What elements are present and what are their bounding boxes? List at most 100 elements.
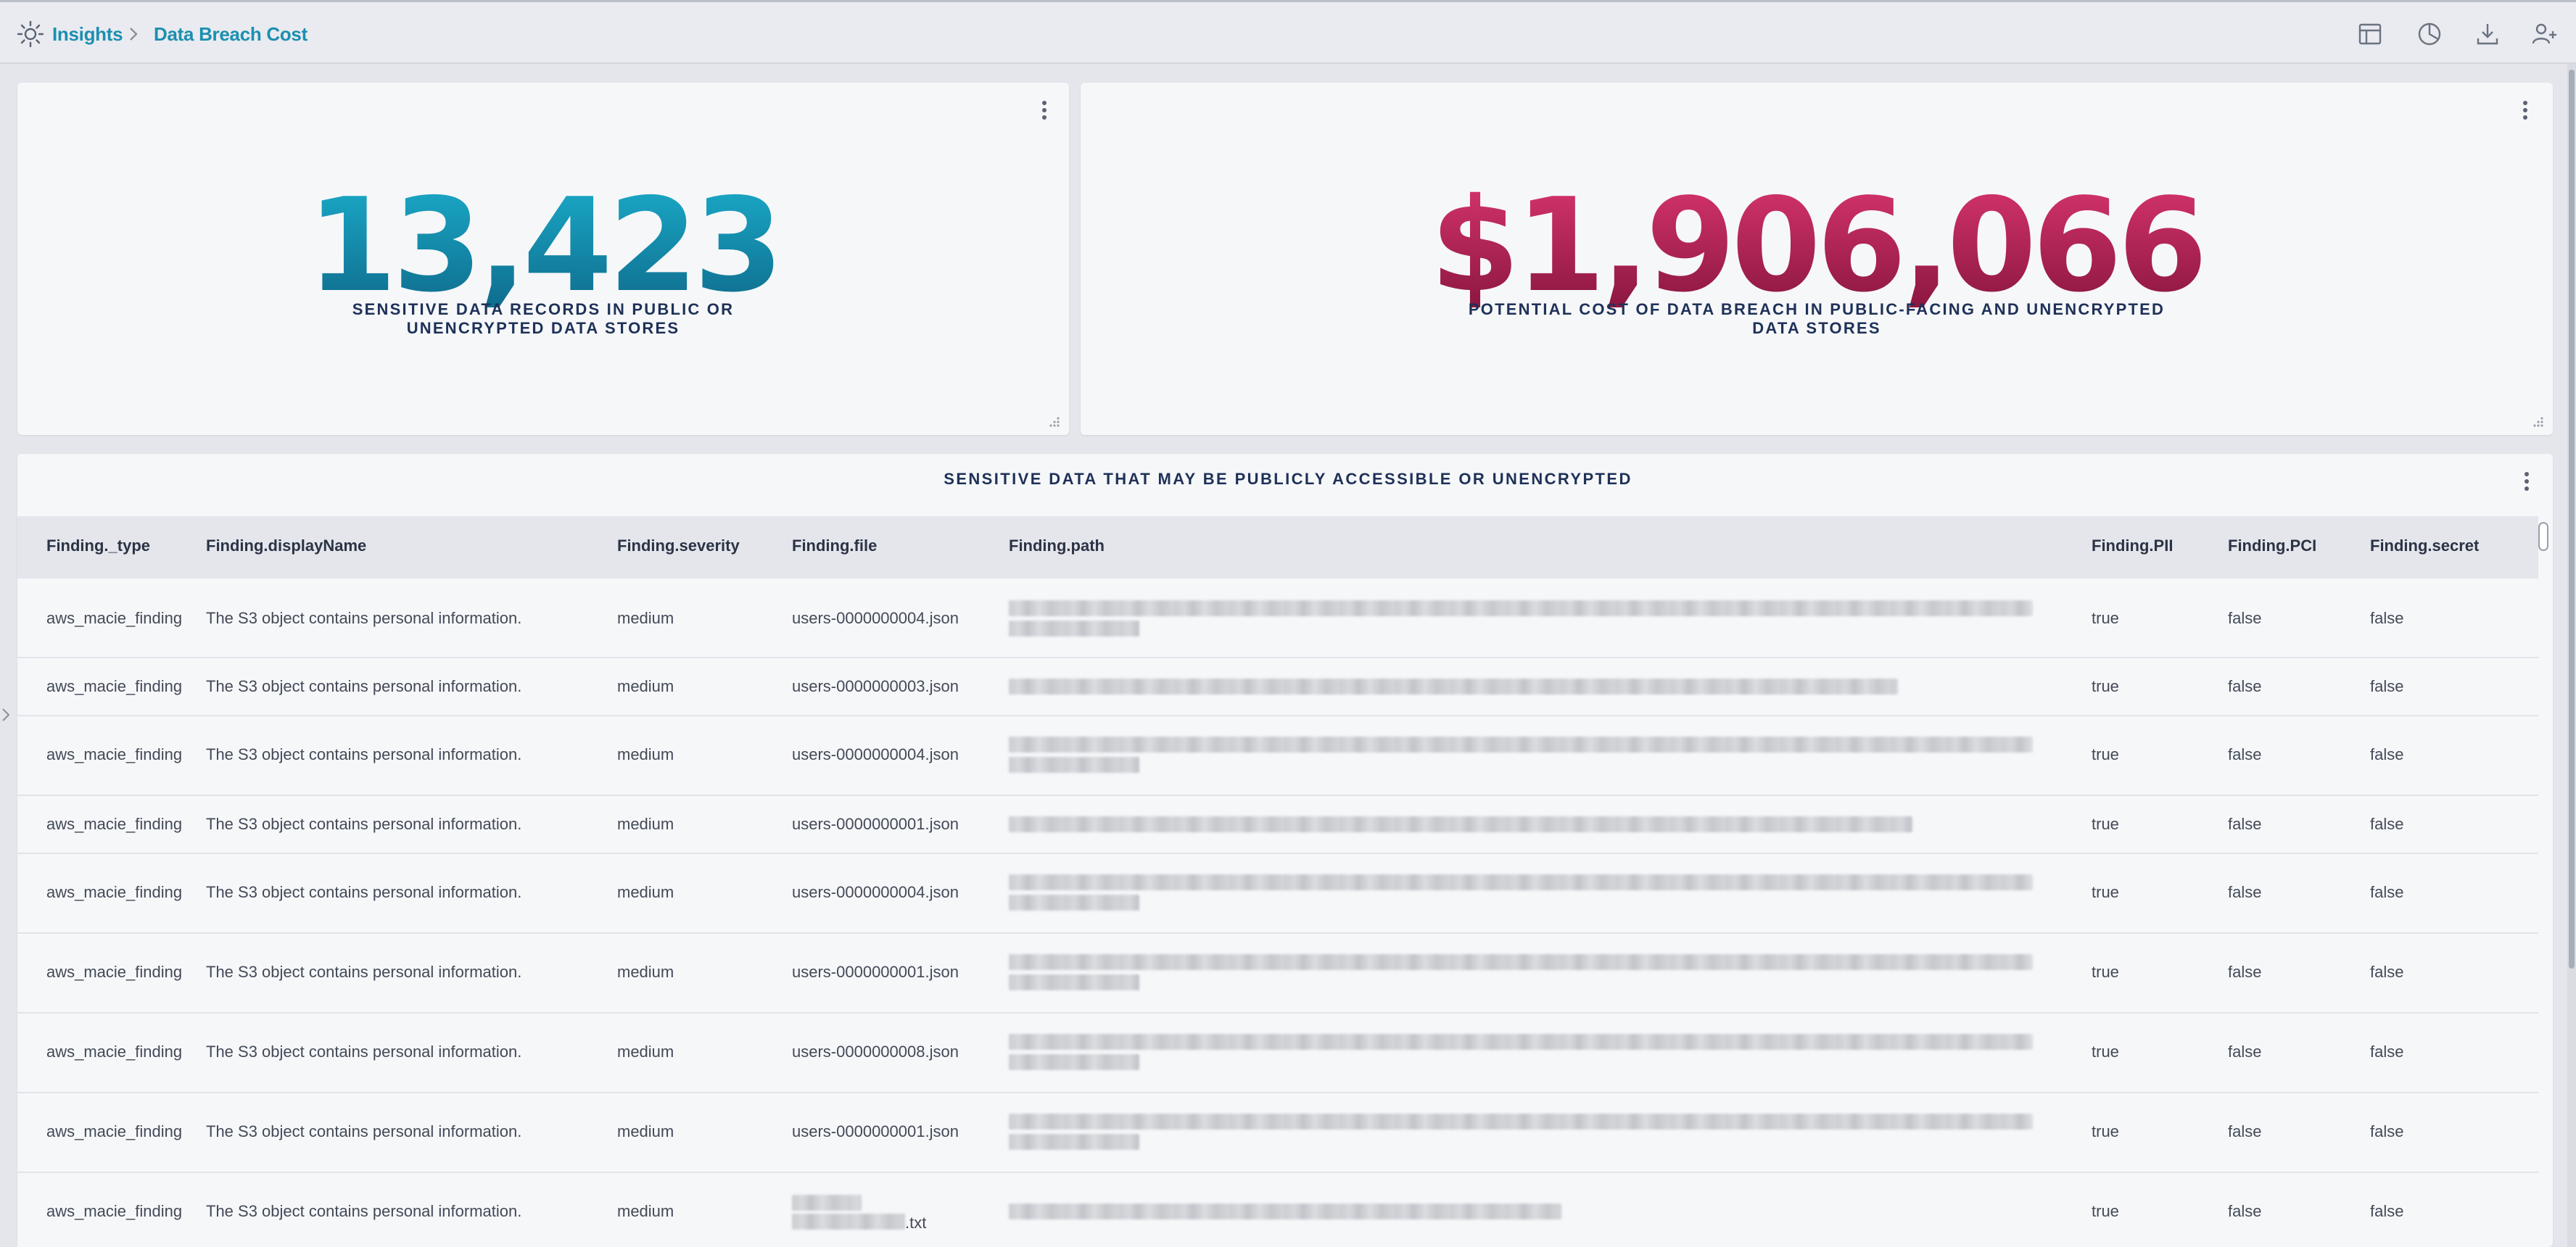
table-row[interactable]: aws_macie_finding The S3 object contains…: [17, 1093, 2538, 1173]
redacted-path: [1009, 974, 1139, 990]
table-row[interactable]: aws_macie_finding The S3 object contains…: [17, 579, 2538, 658]
cell-type: aws_macie_finding: [46, 815, 183, 833]
cell-pci: false: [2228, 1202, 2262, 1220]
redacted-path: [1009, 757, 1139, 773]
chevron-right-icon: [130, 28, 138, 41]
more-options-icon[interactable]: [2518, 97, 2532, 123]
page-scrollbar-thumb[interactable]: [2569, 70, 2575, 969]
cell-file: users-0000000004.json: [792, 745, 959, 763]
cell-display-name: The S3 object contains personal informat…: [206, 1122, 522, 1140]
column-header-severity[interactable]: Finding.severity: [617, 536, 740, 555]
kpi-cost-caption-line1: POTENTIAL COST OF DATA BREACH IN PUBLIC-…: [1468, 300, 2166, 318]
cell-severity: medium: [617, 883, 674, 901]
cell-secret: false: [2370, 1122, 2404, 1140]
column-header-pci[interactable]: Finding.PCI: [2228, 536, 2316, 555]
table-title: SENSITIVE DATA THAT MAY BE PUBLICLY ACCE…: [944, 470, 1632, 488]
column-header-pii[interactable]: Finding.PII: [2092, 536, 2173, 555]
cell-secret: false: [2370, 609, 2404, 627]
expand-sidebar-icon[interactable]: [0, 706, 13, 724]
add-user-icon[interactable]: [2530, 20, 2559, 49]
cell-severity: medium: [617, 677, 674, 695]
redacted-path: [1009, 1134, 1139, 1150]
top-bar: Insights Data Breach Cost: [0, 0, 2576, 64]
redacted-path: [1009, 600, 2033, 616]
cell-display-name: The S3 object contains personal informat…: [206, 745, 522, 763]
cell-type: aws_macie_finding: [46, 1202, 183, 1220]
sun-logo-icon[interactable]: [16, 20, 45, 49]
column-header-secret[interactable]: Finding.secret: [2370, 536, 2479, 555]
cell-type: aws_macie_finding: [46, 677, 183, 695]
cell-pii: true: [2092, 1122, 2119, 1140]
more-options-icon[interactable]: [1037, 97, 1052, 123]
kpi-cost-value: $1,906,066: [1081, 181, 2553, 310]
cell-file: users-0000000001.json: [792, 1122, 959, 1140]
cell-file: users-0000000001.json: [792, 963, 959, 981]
cell-display-name: The S3 object contains personal informat…: [206, 815, 522, 833]
kpi-records-value: 13,423: [17, 181, 1069, 310]
table-row[interactable]: aws_macie_finding The S3 object contains…: [17, 1014, 2538, 1093]
table-scrollbar-thumb[interactable]: [2538, 522, 2548, 551]
cell-severity: medium: [617, 745, 674, 763]
table-row[interactable]: aws_macie_finding The S3 object contains…: [17, 796, 2538, 854]
redacted-path: [1009, 621, 1139, 637]
kpi-records-caption-line2: UNENCRYPTED DATA STORES: [406, 319, 680, 337]
cell-pii: true: [2092, 677, 2119, 695]
cell-pii: true: [2092, 883, 2119, 901]
table-row[interactable]: aws_macie_finding The S3 object contains…: [17, 1173, 2538, 1247]
redacted-path: [1009, 737, 2033, 753]
layout-icon[interactable]: [2356, 20, 2385, 49]
redacted-path: [1009, 954, 2033, 970]
redacted-path: [1009, 1204, 1561, 1219]
cell-secret: false: [2370, 1043, 2404, 1061]
column-header-path[interactable]: Finding.path: [1009, 536, 1105, 555]
breadcrumb-current: Data Breach Cost: [154, 23, 307, 45]
cell-pii: true: [2092, 963, 2119, 981]
redacted-file: [792, 1195, 862, 1211]
cell-pci: false: [2228, 677, 2262, 695]
table-row[interactable]: aws_macie_finding The S3 object contains…: [17, 716, 2538, 796]
cell-display-name: The S3 object contains personal informat…: [206, 677, 522, 695]
table-row[interactable]: aws_macie_finding The S3 object contains…: [17, 854, 2538, 934]
download-icon[interactable]: [2473, 20, 2502, 49]
redacted-path: [1009, 895, 1139, 911]
cell-type: aws_macie_finding: [46, 609, 183, 627]
redacted-path: [1009, 1114, 2033, 1130]
cell-severity: medium: [617, 609, 674, 627]
column-header-display-name[interactable]: Finding.displayName: [206, 536, 366, 555]
pie-chart-icon[interactable]: [2415, 20, 2444, 49]
cell-file: users-0000000003.json: [792, 677, 959, 695]
cell-secret: false: [2370, 1202, 2404, 1220]
resize-handle-icon[interactable]: [1047, 415, 1060, 428]
cell-secret: false: [2370, 677, 2404, 695]
table-row[interactable]: aws_macie_finding The S3 object contains…: [17, 658, 2538, 716]
cell-display-name: The S3 object contains personal informat…: [206, 883, 522, 901]
cell-file: users-0000000004.json: [792, 883, 959, 901]
cell-pii: true: [2092, 1202, 2119, 1220]
cell-pci: false: [2228, 815, 2262, 833]
cell-pci: false: [2228, 1122, 2262, 1140]
breadcrumb-insights[interactable]: Insights: [52, 21, 123, 47]
redacted-path: [1009, 1054, 1139, 1070]
column-header-type[interactable]: Finding._type: [46, 536, 150, 555]
kpi-panel-breach-cost: $1,906,066 POTENTIAL COST OF DATA BREACH…: [1081, 83, 2553, 435]
cell-severity: medium: [617, 1122, 674, 1140]
cell-secret: false: [2370, 745, 2404, 763]
resize-handle-icon[interactable]: [2531, 415, 2544, 428]
cell-pci: false: [2228, 745, 2262, 763]
cell-display-name: The S3 object contains personal informat…: [206, 1043, 522, 1061]
table-row[interactable]: aws_macie_finding The S3 object contains…: [17, 934, 2538, 1014]
cell-pci: false: [2228, 1043, 2262, 1061]
more-options-icon[interactable]: [2519, 468, 2534, 494]
cell-file: users-0000000004.json: [792, 609, 959, 627]
cell-pii: true: [2092, 745, 2119, 763]
cell-severity: medium: [617, 1043, 674, 1061]
cell-file: users-0000000008.json: [792, 1043, 959, 1061]
kpi-cost-caption-line2: DATA STORES: [1752, 319, 1881, 337]
cell-pii: true: [2092, 815, 2119, 833]
cell-secret: false: [2370, 883, 2404, 901]
redacted-path: [1009, 874, 2033, 890]
cell-type: aws_macie_finding: [46, 1043, 183, 1061]
cell-pii: true: [2092, 609, 2119, 627]
cell-pci: false: [2228, 963, 2262, 981]
column-header-file[interactable]: Finding.file: [792, 536, 877, 555]
